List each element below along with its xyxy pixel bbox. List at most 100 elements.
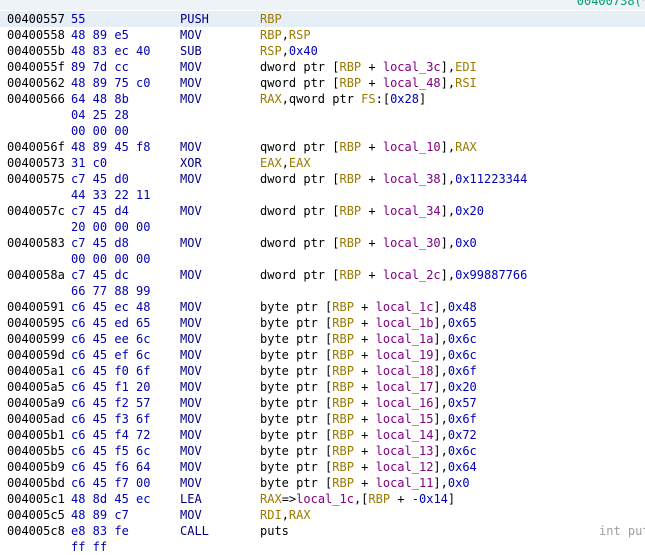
register-token[interactable]: RAX [260,92,282,106]
listing-row[interactable]: 0040057c c7 45 d4 MOV dword ptr [RBP + loca… [0,203,645,219]
local-var-token[interactable]: local_11 [376,476,434,490]
number-token[interactable]: 0x72 [448,428,477,442]
register-token[interactable]: RSP [289,28,311,42]
address[interactable]: 0040057c [7,203,65,219]
local-var-token[interactable]: local_1b [376,316,434,330]
address[interactable]: 004005ad [7,411,65,427]
mnemonic[interactable]: MOV [180,91,202,107]
listing-row[interactable]: 00 00 00 00 [0,251,645,267]
register-token[interactable]: EDI [455,60,477,74]
mnemonic[interactable]: LEA [180,491,202,507]
mnemonic[interactable]: XOR [180,155,202,171]
listing-row[interactable]: 00 00 00 [0,123,645,139]
register-token[interactable]: RAX [289,508,311,522]
listing-row[interactable]: 004005a5 c6 45 f1 20 MOV byte ptr [RBP + lo… [0,379,645,395]
local-var-token[interactable]: local_1a [376,332,434,346]
mnemonic[interactable]: SUB [180,43,202,59]
register-token[interactable]: EAX [260,156,282,170]
listing-row[interactable]: 00400591 c6 45 ec 48 MOV byte ptr [RBP + lo… [0,299,645,315]
number-token[interactable]: 0x65 [448,316,477,330]
mnemonic[interactable]: MOV [180,475,202,491]
listing-row[interactable]: 00400566 64 48 8b MOV RAX,qword ptr FS:[0x2… [0,91,645,107]
address[interactable]: 0040055f [7,59,65,75]
mnemonic[interactable]: PUSH [180,11,209,27]
mnemonic[interactable]: MOV [180,267,202,283]
listing-row[interactable]: 004005bd c6 45 f7 00 MOV byte ptr [RBP + lo… [0,475,645,491]
number-token[interactable]: 0x64 [448,460,477,474]
disassembly-listing[interactable]: 00400738(* 00400557 55 PUSH RBP 00400558 48 8… [0,0,645,554]
mnemonic[interactable]: CALL [180,523,209,539]
number-token[interactable]: 0x99887766 [455,268,527,282]
number-token[interactable]: 0x6f [448,364,477,378]
register-token[interactable]: RBP [332,380,354,394]
number-token[interactable]: 0x11223344 [455,172,527,186]
number-token[interactable]: -0x14 [412,492,448,506]
address[interactable]: 004005a1 [7,363,65,379]
mnemonic[interactable]: MOV [180,347,202,363]
mnemonic[interactable]: MOV [180,59,202,75]
number-token[interactable]: 0x6c [448,332,477,346]
local-var-token[interactable]: local_30 [383,236,441,250]
mnemonic[interactable]: MOV [180,139,202,155]
local-var-token[interactable]: local_10 [383,140,441,154]
local-var-token[interactable]: local_15 [376,412,434,426]
listing-row[interactable]: 66 77 88 99 [0,283,645,299]
xref-label[interactable]: 00400738(* [577,0,645,9]
register-token[interactable]: RSI [455,76,477,90]
number-token[interactable]: 0x20 [455,204,484,218]
listing-row[interactable]: 0040056f 48 89 45 f8 MOV qword ptr [RBP + l… [0,139,645,155]
register-token[interactable]: RBP [332,348,354,362]
register-token[interactable]: RBP [339,76,361,90]
address[interactable]: 00400599 [7,331,65,347]
address[interactable]: 004005c5 [7,507,65,523]
address[interactable]: 00400583 [7,235,65,251]
local-var-token[interactable]: local_18 [376,364,434,378]
listing-row[interactable]: 44 33 22 11 [0,187,645,203]
address[interactable]: 004005b1 [7,427,65,443]
listing-row[interactable]: 004005a1 c6 45 f0 6f MOV byte ptr [RBP + lo… [0,363,645,379]
mnemonic[interactable]: MOV [180,411,202,427]
local-var-token[interactable]: local_3c [383,60,441,74]
local-var-token[interactable]: local_1c [296,492,354,506]
address[interactable]: 004005bd [7,475,65,491]
number-token[interactable]: 0x0 [448,476,470,490]
listing-row[interactable]: 00400562 48 89 75 c0 MOV qword ptr [RBP + l… [0,75,645,91]
address[interactable]: 004005b9 [7,459,65,475]
listing-row[interactable]: 004005c1 48 8d 45 ec LEA RAX=>local_1c,[RBP… [0,491,645,507]
register-token[interactable]: EAX [289,156,311,170]
register-token[interactable]: RBP [339,268,361,282]
register-token[interactable]: RSP [260,44,282,58]
register-token[interactable]: RBP [339,60,361,74]
listing-row[interactable]: 00400573 31 c0 XOR EAX,EAX [0,155,645,171]
local-var-token[interactable]: local_19 [376,348,434,362]
local-var-token[interactable]: local_2c [383,268,441,282]
listing-row[interactable]: 004005c8 e8 83 fe CALL puts int put [0,523,645,539]
number-token[interactable]: 0x6c [448,348,477,362]
address[interactable]: 00400595 [7,315,65,331]
register-token[interactable]: RDI [260,508,282,522]
listing-row[interactable]: 0040055f 89 7d cc MOV dword ptr [RBP + loca… [0,59,645,75]
register-token[interactable]: RBP [332,396,354,410]
register-token[interactable]: RBP [339,140,361,154]
mnemonic[interactable]: MOV [180,363,202,379]
local-var-token[interactable]: local_16 [376,396,434,410]
listing-row[interactable]: 004005a9 c6 45 f2 57 MOV byte ptr [RBP + lo… [0,395,645,411]
mnemonic[interactable]: MOV [180,395,202,411]
address[interactable]: 00400558 [7,27,65,43]
mnemonic[interactable]: MOV [180,299,202,315]
number-token[interactable]: 0x40 [289,44,318,58]
register-token[interactable]: RBP [332,460,354,474]
local-var-token[interactable]: local_12 [376,460,434,474]
listing-row[interactable]: 00400595 c6 45 ed 65 MOV byte ptr [RBP + lo… [0,315,645,331]
address[interactable]: 00400566 [7,91,65,107]
listing-row[interactable]: 004005c5 48 89 c7 MOV RDI,RAX [0,507,645,523]
mnemonic[interactable]: MOV [180,203,202,219]
mnemonic[interactable]: MOV [180,75,202,91]
listing-row[interactable]: 00400575 c7 45 d0 MOV dword ptr [RBP + loca… [0,171,645,187]
register-token[interactable]: RBP [339,204,361,218]
listing-row[interactable]: 00400599 c6 45 ee 6c MOV byte ptr [RBP + lo… [0,331,645,347]
address[interactable]: 00400573 [7,155,65,171]
register-token[interactable]: RBP [260,12,282,26]
listing-row[interactable]: 0040059d c6 45 ef 6c MOV byte ptr [RBP + lo… [0,347,645,363]
address[interactable]: 0040055b [7,43,65,59]
